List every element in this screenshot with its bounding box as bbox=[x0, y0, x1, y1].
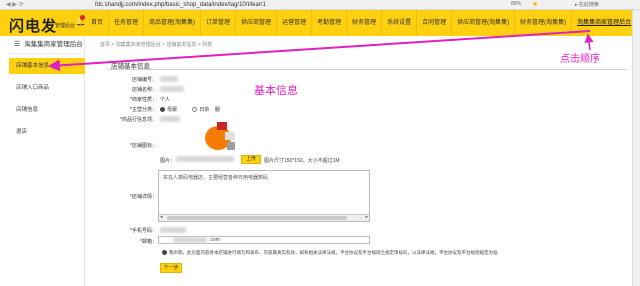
notification-bell-icon[interactable]: 🔔 bbox=[75, 15, 86, 27]
sidebar-item-0[interactable]: 店铺基本信息 bbox=[9, 58, 85, 74]
nav-item-8[interactable]: 系统设置 bbox=[382, 10, 418, 36]
sidebar: ☰ 淘集集商家管理后台 店铺基本信息 店铺入口商品 店铺信息退店 bbox=[9, 36, 85, 286]
hamburger-icon[interactable]: ☰ bbox=[14, 36, 20, 54]
value-phone bbox=[160, 227, 186, 233]
top-navigation: 闪电发 管理后台 🔔 首页 任务管理 商品管理(淘集集) 订单管理 供应商管理 运营管理考… bbox=[0, 10, 638, 36]
email-blurred bbox=[173, 237, 207, 243]
category-a-label: 母婴 bbox=[167, 107, 178, 113]
sidebar-title-text: 淘集集商家管理后台 bbox=[24, 41, 83, 48]
sidebar-item-1[interactable]: 店铺入口商品 bbox=[9, 80, 85, 96]
browser-search-box[interactable]: ▸ 在此搜索 bbox=[575, 1, 599, 8]
nav-item-0[interactable]: 首页 bbox=[86, 10, 110, 36]
label-desc: *店铺详情： bbox=[130, 194, 157, 200]
logo-mosaic-1 bbox=[217, 122, 227, 130]
category-radio-b[interactable] bbox=[192, 107, 198, 113]
label-logo: *店铺图标： bbox=[130, 143, 157, 149]
category-options: 母婴 日杂 服 bbox=[160, 106, 220, 113]
description-text: 实在人数码电器店，主要经营各种日用电器数码 bbox=[163, 175, 269, 181]
scroll-right-icon[interactable]: ▸ bbox=[365, 214, 368, 220]
address-bar[interactable]: fdc.shandjj.com/index.php/basic_shop_dat… bbox=[95, 1, 475, 9]
picture-filename bbox=[176, 156, 234, 162]
nav-item-7[interactable]: 财务管理 bbox=[347, 10, 383, 36]
nav-item-4[interactable]: 供应商管理 bbox=[236, 10, 278, 36]
browser-nav-icons[interactable]: ◀ ▶ ⟳ bbox=[6, 1, 24, 8]
upload-hint: 图片尺寸150*150，大小不超过1M bbox=[264, 158, 340, 164]
bookmark-star-icon[interactable]: ★ bbox=[532, 0, 538, 8]
logo-subtitle: 管理后台 bbox=[55, 23, 76, 29]
value-ad-position bbox=[160, 116, 180, 122]
annotation-basic-info: 基本信息 bbox=[254, 84, 298, 97]
scroll-thumb[interactable] bbox=[167, 216, 347, 220]
nav-item-1[interactable]: 任务管理 bbox=[109, 10, 145, 36]
nav-item-2[interactable]: 商品管理(淘集集) bbox=[144, 10, 202, 36]
nav-item-11[interactable]: 财务管理(淘集集) bbox=[515, 10, 573, 36]
sidebar-title: ☰ 淘集集商家管理后台 bbox=[9, 36, 85, 54]
category-c-label: 服 bbox=[214, 107, 220, 113]
label-picture: 图片： bbox=[160, 158, 176, 164]
shop-logo-preview bbox=[205, 122, 237, 152]
logo-mosaic-3 bbox=[227, 142, 235, 150]
label-category: *主营分类： bbox=[130, 107, 157, 113]
breadcrumb: 首页 > 淘集集商家管理后台 > 店铺基本信息 > 列表 bbox=[100, 42, 213, 48]
label-shop-no: 店铺编号： bbox=[131, 77, 157, 83]
sidebar-item-3[interactable]: 退店 bbox=[9, 124, 85, 140]
nav-item-9[interactable]: 合同管理 bbox=[417, 10, 453, 36]
email-input[interactable]: .com bbox=[158, 236, 370, 244]
page-scrollbar[interactable] bbox=[632, 10, 640, 286]
label-phone: *手机号码： bbox=[130, 228, 157, 234]
agreement-row: 我声明，此页面内容各本店铺进行填写和发布，内容属真实有效，如有相关法律法规，平台… bbox=[162, 250, 498, 256]
value-shop-no bbox=[160, 76, 178, 82]
email-suffix: .com bbox=[209, 237, 220, 243]
app-logo[interactable]: 闪电发 bbox=[9, 15, 57, 36]
annotation-click-order: 点击顺序 bbox=[560, 54, 600, 65]
notification-dot bbox=[80, 15, 85, 20]
arrow-to-menu bbox=[584, 33, 594, 51]
main-menu: 首页 任务管理 商品管理(淘集集) 订单管理 供应商管理 运营管理 考勤管理 财务管理 系统设置… bbox=[86, 10, 638, 36]
label-nature: *商家性质： bbox=[130, 97, 157, 103]
sidebar-item-2[interactable]: 店铺信息 bbox=[9, 102, 85, 118]
scroll-left-icon[interactable]: ◂ bbox=[160, 214, 163, 220]
label-email: *邮箱： bbox=[140, 239, 157, 245]
browser-toolbar: ◀ ▶ ⟳ fdc.shandjj.com/index.php/basic_sh… bbox=[0, 0, 640, 10]
textarea-h-scrollbar[interactable]: ◂ ▸ bbox=[159, 214, 369, 221]
nav-item-5[interactable]: 运营管理 bbox=[277, 10, 313, 36]
agreement-text: 我声明，此页面内容各本店铺进行填写和发布，内容属真实有效，如有相关法律法规，平台… bbox=[169, 250, 498, 255]
nav-item-6[interactable]: 考勤管理 bbox=[312, 10, 348, 36]
upload-button[interactable]: 上传 bbox=[241, 155, 261, 164]
nav-item-12[interactable]: 淘集集商家管理后台 bbox=[572, 10, 638, 36]
value-nature: 个人 bbox=[160, 97, 171, 103]
agreement-checkbox[interactable] bbox=[162, 250, 167, 256]
shop-description-textarea[interactable]: 实在人数码电器店，主要经营各种日用电器数码 ◂ ▸ bbox=[158, 170, 370, 222]
zoom-level: 85% bbox=[511, 1, 522, 7]
nav-item-3[interactable]: 订单管理 bbox=[201, 10, 237, 36]
category-radio-a[interactable] bbox=[160, 107, 165, 113]
label-ad-position: *商品行信息项： bbox=[120, 117, 157, 123]
category-b-label: 日杂 bbox=[199, 107, 210, 113]
value-shop-name bbox=[160, 86, 184, 92]
label-shop-name: 店铺名称： bbox=[131, 87, 157, 93]
logo-mosaic-2 bbox=[225, 132, 235, 140]
next-step-button[interactable]: 下一步 bbox=[160, 263, 182, 273]
nav-item-10[interactable]: 供应商管理(淘集集) bbox=[452, 10, 516, 36]
panel-divider bbox=[107, 69, 626, 70]
